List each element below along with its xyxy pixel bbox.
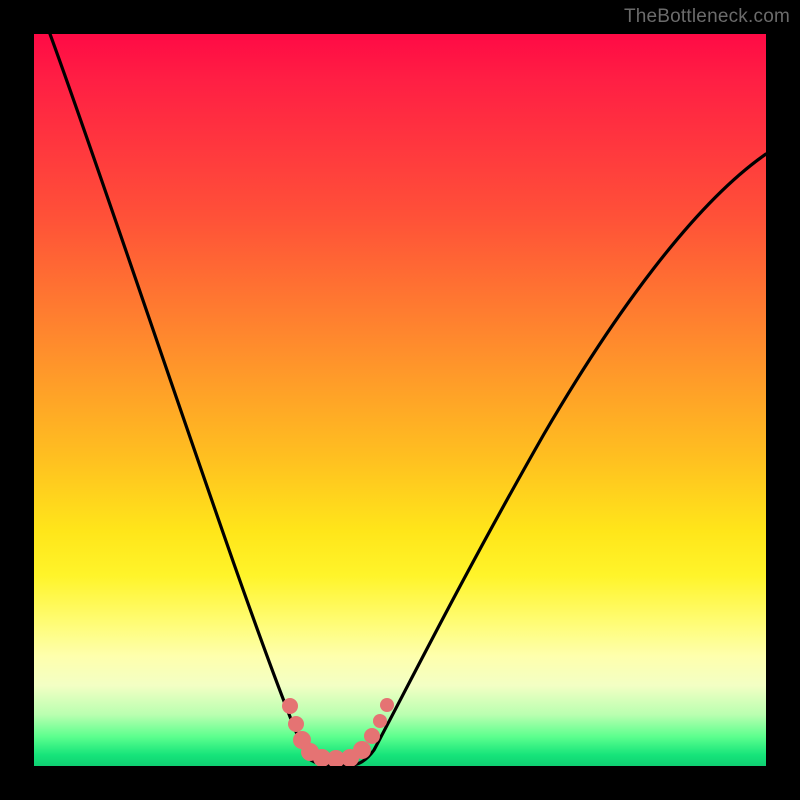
plot-area <box>34 34 766 766</box>
marker-dot <box>373 714 387 728</box>
marker-dot <box>364 728 380 744</box>
marker-dot <box>380 698 394 712</box>
watermark-text: TheBottleneck.com <box>624 6 790 28</box>
marker-dot <box>288 716 304 732</box>
marker-dot <box>353 741 371 759</box>
marker-cluster <box>282 698 394 766</box>
chart-frame: TheBottleneck.com <box>0 0 800 800</box>
bottleneck-curve <box>34 34 766 766</box>
curve-path <box>50 34 766 765</box>
marker-dot <box>282 698 298 714</box>
